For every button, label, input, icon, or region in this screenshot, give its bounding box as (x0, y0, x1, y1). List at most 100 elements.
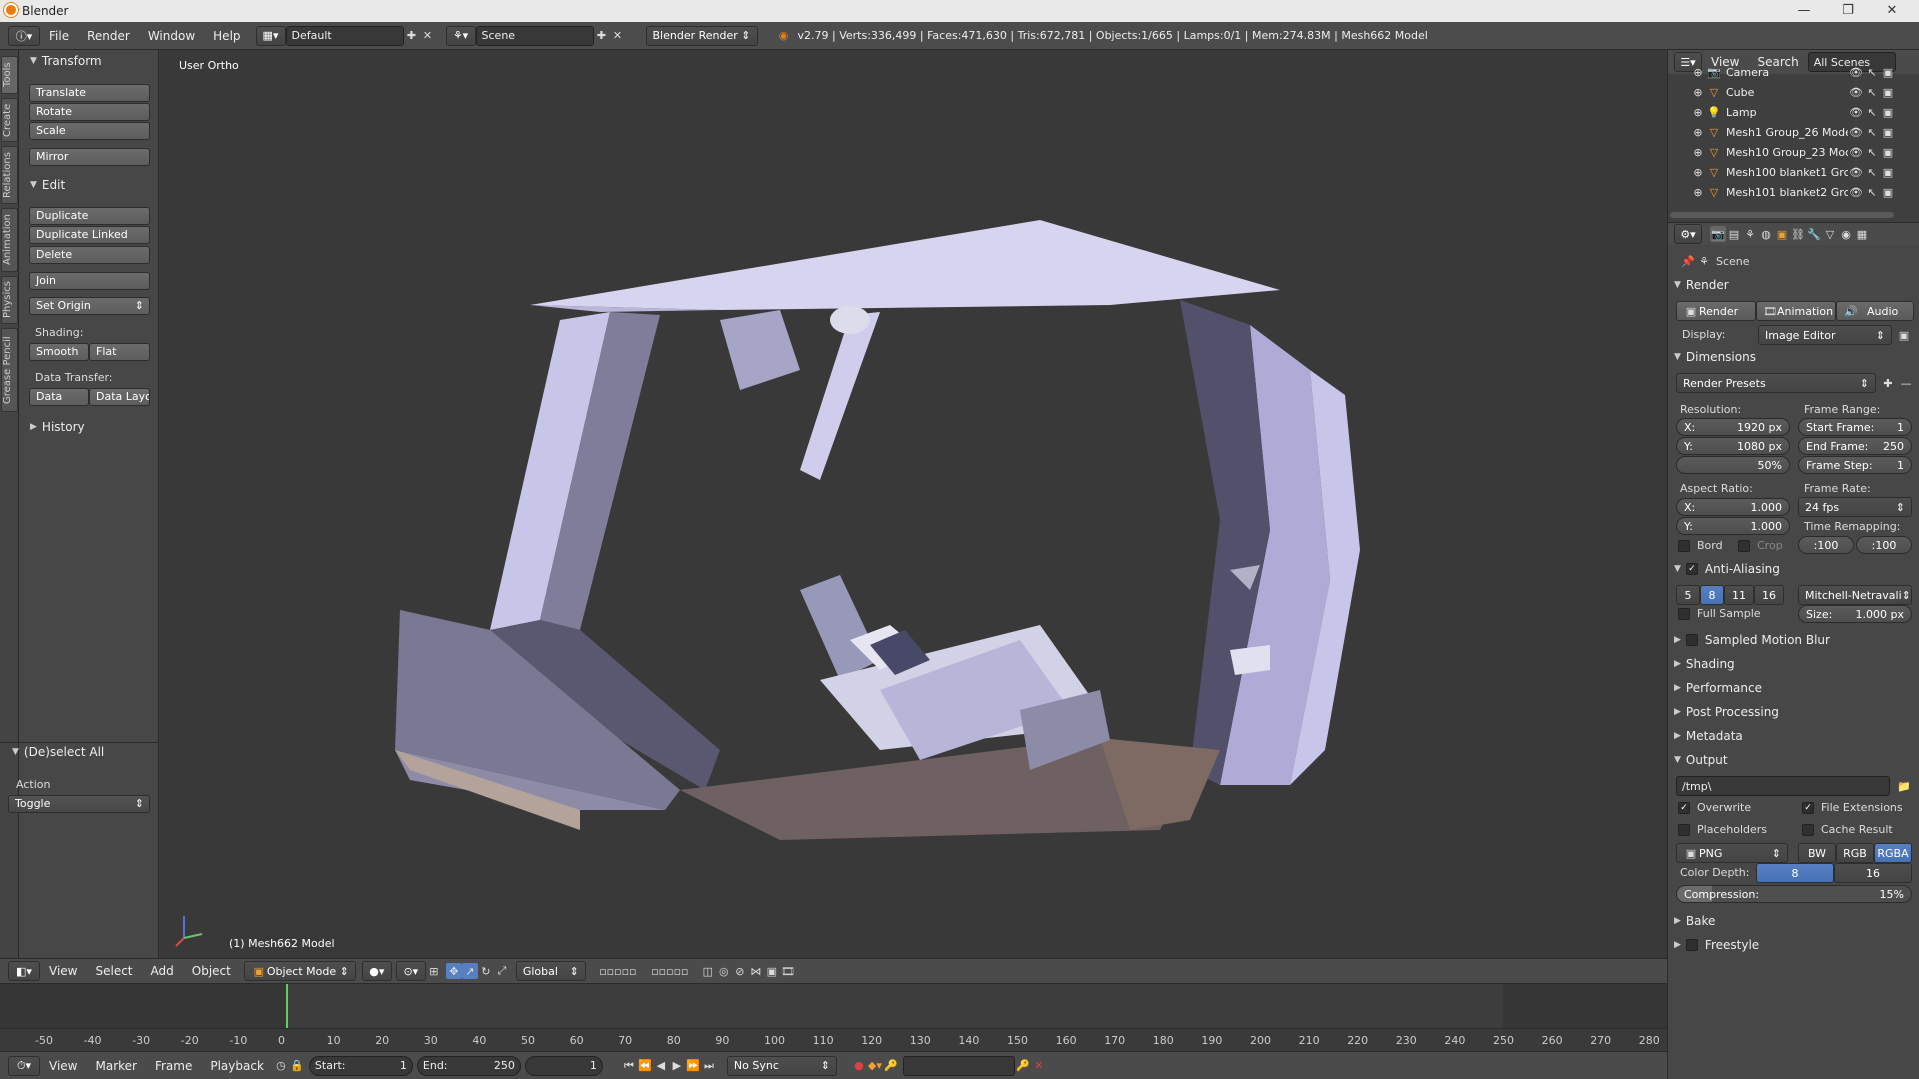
tab-render-icon[interactable]: 📷 (1710, 226, 1726, 242)
selectability-icon[interactable]: ↖ (1864, 104, 1880, 120)
next-keyframe-icon[interactable]: ⏩ (685, 1058, 701, 1074)
translate-manipulator-icon[interactable]: ↗ (461, 963, 478, 979)
record-icon[interactable]: ● (851, 1058, 867, 1074)
menu-frame[interactable]: Frame (146, 1059, 201, 1073)
freestyle-check-icon[interactable] (1685, 939, 1698, 951)
keying-set-field[interactable] (902, 1055, 1015, 1076)
prev-keyframe-icon[interactable]: ⏪ (637, 1058, 653, 1074)
color-mode-bw[interactable]: BW (1798, 843, 1836, 863)
outliner-row[interactable]: ⊕ 💡 Lamp 👁 ↖ ▣ (1668, 102, 1900, 122)
rotate-manipulator-icon[interactable]: ↻ (478, 963, 494, 979)
remove-scene-icon[interactable]: ✕ (610, 28, 626, 44)
keying-set-icon[interactable]: ◆▾ (867, 1058, 883, 1074)
aa-samples-8[interactable]: 8 (1700, 585, 1724, 605)
scene-icon[interactable]: ⚘▾ (445, 25, 476, 46)
placeholders-checkbox[interactable]: Placeholders (1678, 823, 1767, 836)
output-section-header[interactable]: ▼ Output (1674, 750, 1914, 770)
renderability-icon[interactable]: ▣ (1880, 64, 1896, 80)
lock-layers-icon[interactable]: ◫ (700, 963, 716, 979)
cache-result-checkbox[interactable]: Cache Result (1802, 823, 1893, 836)
file-extensions-checkbox[interactable]: ✓ File Extensions (1802, 801, 1903, 814)
selectability-icon[interactable]: ↖ (1864, 164, 1880, 180)
visibility-icon[interactable]: 👁 (1848, 104, 1864, 120)
tab-data-icon[interactable]: ▽ (1822, 226, 1838, 242)
full-sample-checkbox[interactable]: Full Sample (1678, 607, 1761, 620)
keyframe-insert-icon[interactable]: 🔑 (883, 1058, 899, 1074)
resolution-y-field[interactable]: Y: 1080 px (1676, 437, 1790, 455)
resolution-x-field[interactable]: X: 1920 px (1676, 418, 1790, 436)
duplicate-linked-button[interactable]: Duplicate Linked (29, 226, 150, 244)
transform-orientation-dropdown[interactable]: Global ⇕ (515, 961, 586, 981)
scale-manipulator-icon[interactable]: ⤢ (494, 963, 510, 979)
menu-view-timeline[interactable]: View (40, 1059, 86, 1073)
scale-button[interactable]: Scale (29, 122, 150, 140)
delete-keyframe-icon[interactable]: ✕ (1031, 1058, 1047, 1074)
jump-start-icon[interactable]: ⏮ (621, 1058, 637, 1074)
motion-blur-section-header[interactable]: ▶ Sampled Motion Blur (1674, 630, 1914, 650)
lock-interface-icon[interactable]: ▣ (1896, 327, 1912, 343)
expand-icon[interactable]: ⊕ (1690, 144, 1706, 160)
tab-create[interactable]: Create (1, 98, 18, 142)
screen-layout-icon[interactable]: ▦▾ (255, 25, 286, 46)
snap-element-icon[interactable]: ⋈ (748, 963, 764, 979)
add-preset-icon[interactable]: ✚ (1880, 375, 1896, 391)
operator-panel-header[interactable]: ▼ (De)select All (12, 745, 104, 759)
selectability-icon[interactable]: ↖ (1864, 144, 1880, 160)
manipulator-toggle-icon[interactable]: ✥ (445, 963, 462, 979)
menu-select[interactable]: Select (86, 964, 141, 978)
menu-render[interactable]: Render (78, 29, 139, 43)
tab-render-layers-icon[interactable]: ▤ (1726, 226, 1742, 242)
expand-icon[interactable]: ⊕ (1690, 64, 1706, 80)
play-icon[interactable]: ▶ (669, 1058, 685, 1074)
expand-icon[interactable]: ⊕ (1690, 184, 1706, 200)
smooth-shading-button[interactable]: Smooth (29, 343, 89, 361)
visibility-icon[interactable]: 👁 (1848, 144, 1864, 160)
renderability-icon[interactable]: ▣ (1880, 104, 1896, 120)
folder-browse-icon[interactable]: 📁 (1896, 778, 1912, 794)
shading-section-header[interactable]: ▶ Shading (1674, 654, 1914, 674)
audio-button[interactable]: 🔊 Audio (1836, 301, 1914, 321)
aspect-y-field[interactable]: Y: 1.000 (1676, 517, 1790, 535)
selectability-icon[interactable]: ↖ (1864, 184, 1880, 200)
flat-shading-button[interactable]: Flat (89, 343, 150, 361)
color-depth-8[interactable]: 8 (1756, 863, 1834, 883)
animation-button[interactable]: 🎞 Animation (1756, 301, 1836, 321)
anti-aliasing-check-icon[interactable]: ✓ (1685, 563, 1698, 575)
outliner-row[interactable]: ⊕ ▽ Mesh101 blanket2 Grc 👁 ↖ ▣ (1668, 182, 1900, 202)
remap-old-field[interactable]: :100 (1798, 536, 1854, 554)
dimensions-section-header[interactable]: ▼ Dimensions (1674, 347, 1914, 367)
remap-new-field[interactable]: :100 (1856, 536, 1912, 554)
visibility-icon[interactable]: 👁 (1848, 164, 1864, 180)
border-checkbox[interactable]: Bord (1678, 539, 1723, 552)
renderability-icon[interactable]: ▣ (1880, 84, 1896, 100)
selectability-icon[interactable]: ↖ (1864, 64, 1880, 80)
viewport-shading-icon[interactable]: ●▾ (361, 961, 392, 981)
rotate-button[interactable]: Rotate (29, 103, 150, 121)
outliner-row[interactable]: ⊕ ▽ Mesh1 Group_26 Mode 👁 ↖ ▣ (1668, 122, 1900, 142)
render-button[interactable]: ▣ Render (1676, 301, 1756, 321)
editor-type-properties-icon[interactable]: ⚙▾ (1674, 224, 1702, 244)
metadata-section-header[interactable]: ▶ Metadata (1674, 726, 1914, 746)
display-dropdown[interactable]: Image Editor ⇕ (1758, 325, 1892, 345)
proportional-edit-icon[interactable]: ◎ (716, 963, 732, 979)
menu-view[interactable]: View (40, 964, 86, 978)
color-mode-rgba[interactable]: RGBA (1874, 843, 1912, 863)
sync-dropdown[interactable]: No Sync ⇕ (726, 1055, 837, 1076)
current-frame-field[interactable]: 1 (524, 1055, 603, 1076)
lock-range-icon[interactable]: 🔒 (289, 1058, 305, 1074)
tab-animation[interactable]: Animation (1, 208, 18, 272)
render-engine-dropdown[interactable]: Blender Render ⇕ (645, 25, 758, 46)
frame-rate-dropdown[interactable]: 24 fps ⇕ (1798, 497, 1912, 517)
maximize-button[interactable]: ❐ (1826, 0, 1870, 22)
menu-playback[interactable]: Playback (201, 1059, 273, 1073)
selectability-icon[interactable]: ↖ (1864, 84, 1880, 100)
output-path-field[interactable]: /tmp\ (1676, 776, 1890, 796)
expand-icon[interactable]: ⊕ (1690, 164, 1706, 180)
resolution-percentage-field[interactable]: 50% (1676, 456, 1790, 474)
filter-size-field[interactable]: Size: 1.000 px (1798, 605, 1912, 623)
timeline[interactable]: -50 -40 -30 -20 -10 0 10 20 30 40 50 60 70 80 90 100 110… (0, 983, 1667, 1052)
snap-toggle-icon[interactable]: ⊘ (732, 963, 748, 979)
delete-button[interactable]: Delete (29, 246, 150, 264)
mirror-button[interactable]: Mirror (29, 148, 150, 166)
insert-keyframe-icon[interactable]: 🔑 (1015, 1058, 1031, 1074)
